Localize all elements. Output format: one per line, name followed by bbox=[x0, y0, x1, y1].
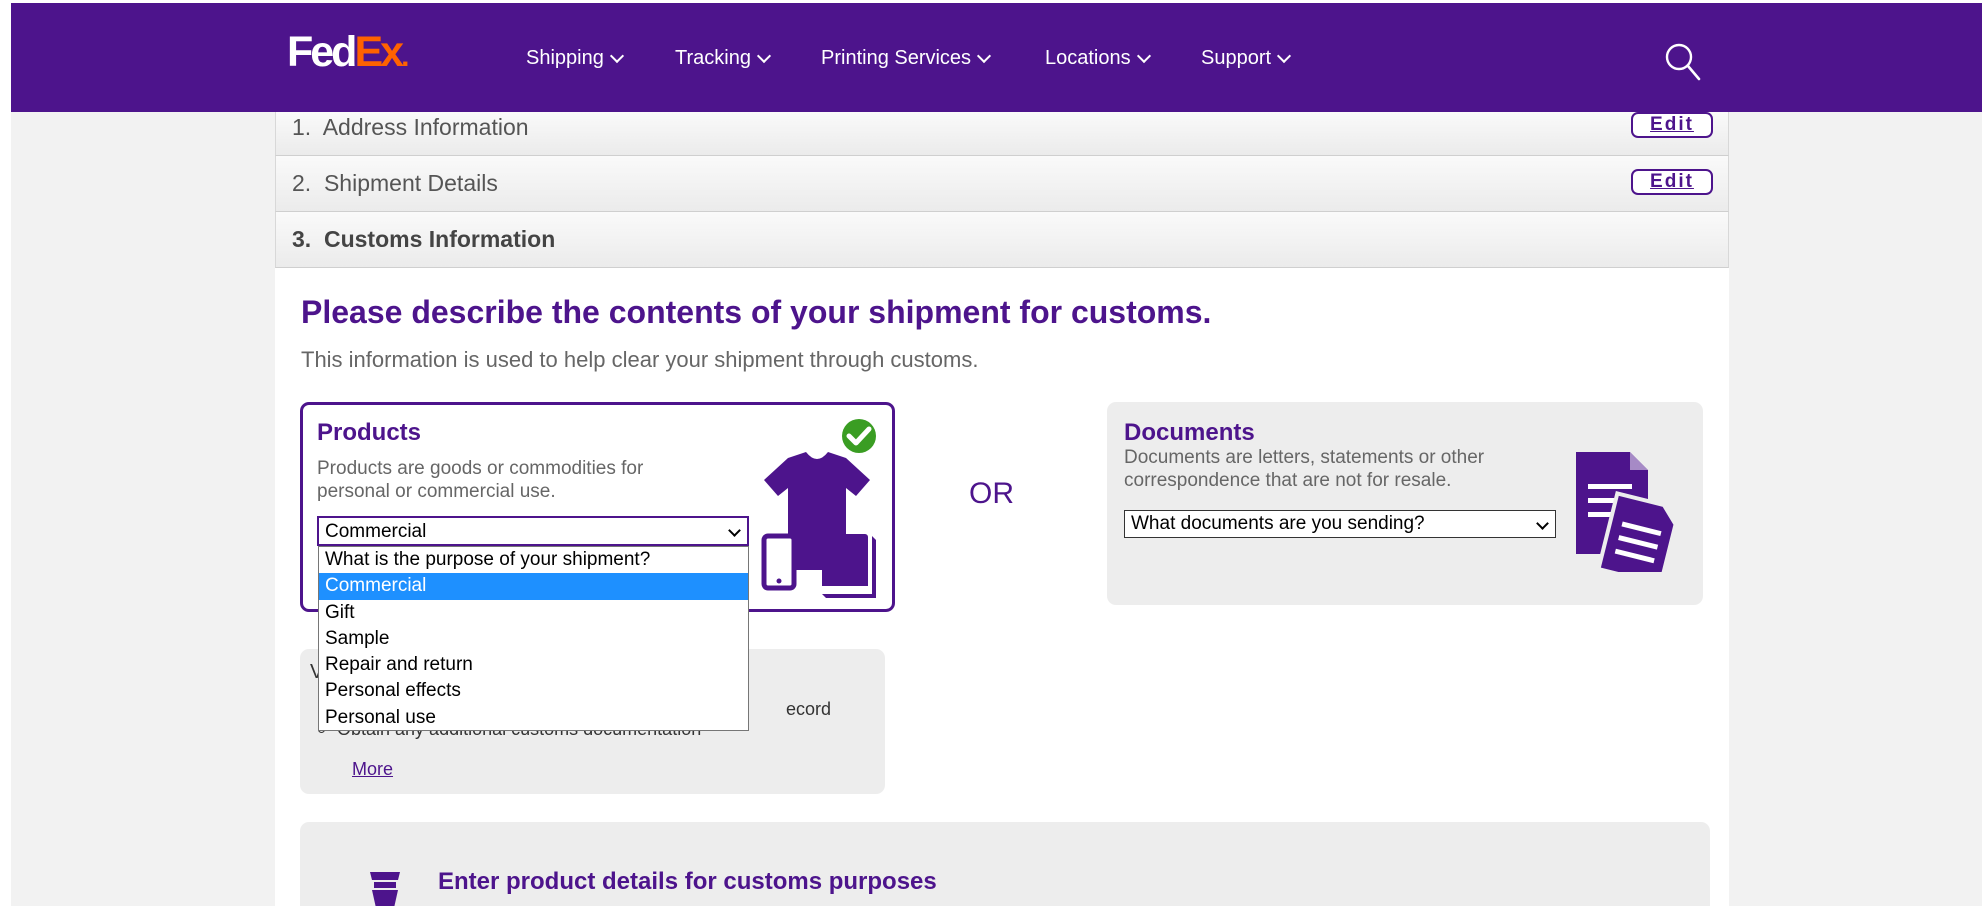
nav-locations[interactable]: Locations bbox=[1045, 47, 1151, 70]
nav-label: Tracking bbox=[675, 47, 751, 69]
chevron-down-icon bbox=[609, 48, 624, 63]
chevron-down-icon bbox=[976, 48, 992, 63]
nav-label: Shipping bbox=[526, 47, 604, 69]
page-subtitle: This information is used to help clear y… bbox=[301, 347, 979, 372]
tshirt-icon bbox=[761, 452, 876, 598]
main-content: 1. Address Information Edit 2. Shipment … bbox=[275, 112, 1729, 906]
nav-tracking[interactable]: Tracking bbox=[675, 47, 772, 70]
chevron-down-icon bbox=[1276, 48, 1292, 63]
more-link[interactable]: More bbox=[352, 759, 393, 780]
dropdown-option[interactable]: Personal use bbox=[319, 705, 748, 731]
product-details-title: Enter product details for customs purpos… bbox=[438, 868, 937, 895]
products-title: Products bbox=[317, 419, 422, 446]
chevron-down-icon bbox=[728, 524, 741, 537]
tips-bullet-fragment: ecord bbox=[786, 699, 832, 719]
nav-printing-services[interactable]: Printing Services bbox=[821, 47, 992, 70]
nav-shipping[interactable]: Shipping bbox=[526, 47, 624, 70]
customs-officer-icon bbox=[370, 872, 400, 906]
edit-address-button[interactable]: Edit bbox=[1631, 112, 1713, 138]
chevron-down-icon bbox=[1536, 517, 1549, 530]
products-description: Products are goods or commodities for pe… bbox=[317, 458, 644, 502]
step-address-information[interactable]: 1. Address Information Edit bbox=[275, 112, 1729, 156]
dropdown-option[interactable]: Gift bbox=[319, 600, 748, 626]
step-label: 1. Address Information bbox=[292, 114, 529, 140]
top-navigation-bar: FedEx. Shipping Tracking Printing Servic… bbox=[11, 3, 1982, 112]
dropdown-option[interactable]: Repair and return bbox=[319, 652, 748, 678]
documents-description: Documents are letters, statements or oth… bbox=[1124, 447, 1485, 491]
step-customs-information: 3. Customs Information bbox=[275, 212, 1729, 268]
documents-card[interactable]: Documents Documents are letters, stateme… bbox=[1107, 402, 1703, 605]
search-icon[interactable] bbox=[1664, 41, 1702, 83]
dropdown-option[interactable]: What is the purpose of your shipment? bbox=[319, 547, 748, 573]
nav-label: Locations bbox=[1045, 47, 1131, 69]
nav-label: Support bbox=[1201, 47, 1272, 69]
nav-label: Printing Services bbox=[821, 47, 972, 69]
chevron-down-icon bbox=[756, 48, 772, 63]
book-icon bbox=[822, 534, 868, 594]
dropdown-option[interactable]: Sample bbox=[319, 626, 748, 652]
documents-type-select[interactable]: What documents are you sending? bbox=[1124, 510, 1556, 538]
dropdown-option[interactable]: Personal effects bbox=[319, 678, 748, 704]
page-title: Please describe the contents of your shi… bbox=[301, 294, 1212, 330]
shipment-purpose-select[interactable]: Commercial bbox=[317, 516, 749, 546]
step-label: 3. Customs Information bbox=[292, 226, 556, 252]
documents-title: Documents bbox=[1124, 419, 1255, 446]
step-shipment-details[interactable]: 2. Shipment Details Edit bbox=[275, 156, 1729, 212]
check-icon bbox=[842, 419, 876, 453]
purpose-dropdown-list[interactable]: What is the purpose of your shipment? Co… bbox=[318, 546, 749, 731]
document-icon bbox=[1576, 452, 1678, 572]
fedex-logo[interactable]: FedEx. bbox=[287, 31, 409, 74]
or-separator: OR bbox=[969, 477, 1014, 510]
step-label: 2. Shipment Details bbox=[292, 170, 498, 196]
left-edge bbox=[0, 0, 11, 906]
dropdown-option-selected[interactable]: Commercial bbox=[319, 573, 748, 600]
nav-support[interactable]: Support bbox=[1201, 47, 1292, 70]
edit-shipment-button[interactable]: Edit bbox=[1631, 169, 1713, 195]
chevron-down-icon bbox=[1136, 48, 1151, 63]
